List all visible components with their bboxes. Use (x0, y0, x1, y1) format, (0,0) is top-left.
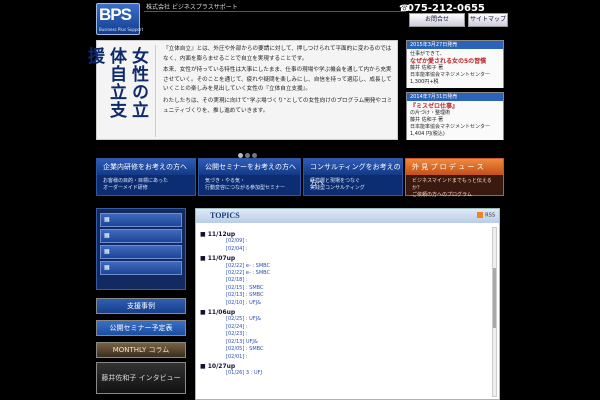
nav-public-seminar[interactable]: 公開セミナーをお考えの方へ 気づき・やる気・ 行動変容につながる参加型セミナー (198, 158, 301, 196)
nav-subtitle: ビジネスマインドまでもっと伝えるか？ ご依頼の方へのプログラム (406, 175, 503, 202)
topic-item[interactable]: [01/26] 3 : UFJ (200, 370, 490, 377)
topic-item[interactable]: [02/10] : UFJ& (200, 300, 490, 307)
nav-title: 企業内研修をお考えの方へ (97, 159, 195, 175)
nav-subtitle: お客様の目的・目標にあった オーダーメイド研修 (97, 175, 195, 195)
nav-sub-line: 行動変容につながる参加型セミナー (205, 185, 286, 191)
topic-item[interactable]: [02/09] : (200, 238, 490, 245)
ad-body: 仕事ができて、 なぜか愛される女の5の習慣 藤井 佐和子 著 日本能率協会マネジ… (407, 49, 503, 88)
company-logo[interactable]: BPS Business Plus Support (96, 3, 144, 35)
topic-item[interactable]: [02/23] : (200, 331, 490, 338)
ad-line: 日本能率協会マネジメントセンター (410, 124, 491, 130)
rss-icon (477, 212, 484, 218)
company-name: 株式会社 ビジネスプラスサポート (146, 4, 238, 11)
grid-icon: ▦ (104, 216, 110, 223)
ad-price: 1,300円+税 (410, 79, 439, 85)
topic-item[interactable]: [02/15] : SMBC (200, 285, 490, 292)
hero-divider (155, 45, 156, 137)
topic-item[interactable]: [02/04] : (200, 246, 490, 253)
sidebar-item[interactable]: ▦ (100, 229, 182, 243)
seminar-schedule-button[interactable]: 公開セミナー予定表 (96, 320, 186, 336)
topic-item[interactable]: [02/18] : (200, 277, 490, 284)
ad-price: 1,404 円(税込) (410, 131, 445, 137)
rss-link[interactable]: RSS (477, 212, 495, 219)
topic-date: ■ 11/07up (200, 255, 236, 263)
topics-panel: TOPICS RSS ■ 11/12up [02/09] : [02/04] : ■ … (195, 208, 500, 400)
topic-item[interactable]: [02/13] UFJ& (200, 339, 490, 346)
topic-item[interactable]: [02/13] : SMBC (200, 292, 490, 299)
topic-item[interactable]: [02/25] : UFJ& (200, 316, 490, 323)
grid-icon: ▦ (104, 232, 110, 239)
sitemap-button[interactable]: サイトマップ (468, 13, 508, 27)
nav-subtitle: 気づき・やる気・ 行動変容につながる参加型セミナー (199, 175, 300, 195)
nav-title: 公開セミナーをお考えの方へ (199, 159, 300, 175)
hero-paragraph: 『立体自立』とは、外圧や外部からの要請に対して、押しつけられて平面的に変わるので… (163, 46, 392, 62)
topic-item[interactable]: [02/24] : (200, 324, 490, 331)
book-ad-2[interactable]: 2014年7月31日発売 『ミスゼロ仕事』 の片づけ・整理術 藤井 佐和子 著 … (406, 92, 504, 140)
ad-line: 藤井 佐和子 著 (410, 65, 444, 71)
logo-text: BPS (99, 5, 132, 24)
hero-banner[interactable]: 女性の立体自立支援 『立体自立』とは、外圧や外部からの要請に対して、押しつけられ… (84, 40, 398, 140)
ad-line: 日本能率協会マネジメントセンター (410, 72, 491, 78)
topic-item[interactable]: [02/22] e- : SMBC (200, 270, 490, 277)
nav-sub-line: オーダーメイド研修 (103, 185, 148, 191)
hero-vertical-title: 女性の立体自立支援 (84, 47, 148, 119)
nav-sub-line: お客様の目的・目標にあった (103, 178, 169, 184)
topic-item[interactable]: [02/05] : SMBC (200, 346, 490, 353)
topics-title: TOPICS (196, 209, 499, 223)
sidebar-item[interactable]: ▦ (100, 213, 182, 227)
hero-paragraph: わたしたちは、その実現に向けて“学ぶ場づくり”としての女性向けのプログラム開発や… (163, 97, 393, 114)
ad-line: 藤井 佐和子 著 (410, 117, 444, 123)
header-divider (144, 11, 406, 12)
sidebar-menu: ▦ ▦ ▦ ▦ (96, 208, 186, 290)
nav-consulting[interactable]: コンサルティングをお考えの方へ 経営層と現場をつなぐ 実践型コンサルティング (303, 158, 403, 196)
nav-corporate-training[interactable]: 企業内研修をお考えの方へ お客様の目的・目標にあった オーダーメイド研修 (96, 158, 196, 196)
rss-label: RSS (485, 212, 495, 219)
grid-icon: ▦ (104, 248, 110, 255)
scroll-thumb[interactable] (493, 268, 496, 328)
topic-item[interactable]: [02/01] : (200, 354, 490, 361)
nav-sub-line: ご依頼の方へのプログラム (412, 192, 472, 198)
topic-date: ■ 10/27up (200, 362, 236, 370)
logo-subtext: Business Plus Support (99, 27, 144, 32)
topic-date: ■ 11/12up (200, 231, 236, 238)
case-studies-button[interactable]: 支援事例 (96, 298, 186, 314)
nav-appearance-produce[interactable]: 外 見 プ ロ デ ュ ー ス ビジネスマインドまでもっと伝えるか？ ご依頼の方へ… (405, 158, 504, 198)
book-ad-1[interactable]: 2015年3月27日発売 仕事ができて、 なぜか愛される女の5の習慣 藤井 佐和… (406, 40, 504, 88)
slider-dots (238, 143, 268, 158)
nav-title: 外 見 プ ロ デ ュ ー ス (406, 159, 503, 175)
ad-headline: 『ミスゼロ仕事』 (410, 103, 459, 110)
hero-paragraph: 本来、女性が持っている特性は大事にしたまま、仕事の現場や学ぶ機会を通して内から充… (163, 67, 392, 93)
ad-headline: なぜか愛される女の5の習慣 (410, 58, 487, 65)
monthly-column-button[interactable]: MONTHLY コラム (96, 342, 186, 358)
ad-date: 2014年7月31日発売 (407, 93, 503, 101)
grid-icon: ▦ (104, 264, 110, 271)
ad-body: 『ミスゼロ仕事』 の片づけ・整理術 藤井 佐和子 著 日本能率協会マネジメントセ… (407, 101, 503, 140)
nav-sub-line: 気づき・やる気・ (205, 178, 246, 184)
nav-sub-line: 実践型コンサルティング (310, 185, 365, 191)
interview-button[interactable]: 藤井佐和子 インタビュー (96, 362, 186, 394)
ad-line: の片づけ・整理術 (410, 110, 451, 116)
nav-title: コンサルティングをお考えの方へ (304, 159, 402, 187)
sidebar-item[interactable]: ▦ (100, 261, 182, 275)
nav-sub-line: ビジネスマインドまでもっと伝えるか？ (412, 178, 492, 191)
topic-item[interactable]: [02/22] e- : SMBC (200, 263, 490, 270)
sidebar-item[interactable]: ▦ (100, 245, 182, 259)
scrollbar[interactable] (492, 227, 497, 397)
topic-date: ■ 11/06up (200, 309, 236, 317)
page: BPS Business Plus Support 株式会社 ビジネスプラスサポ… (0, 0, 600, 400)
ad-date: 2015年3月27日発売 (407, 41, 503, 49)
nav-sub-line: 経営層と現場をつなぐ (310, 178, 361, 184)
topics-list: ■ 11/12up [02/09] : [02/04] : ■ 11/07up [02/… (200, 229, 490, 378)
hero-text: 『立体自立』とは、外圧や外部からの要請に対して、押しつけられて平面的に変わるので… (163, 45, 395, 118)
contact-button[interactable]: お問合せ (409, 13, 465, 27)
ad-line: 仕事ができて、 (410, 51, 445, 57)
nav-subtitle: 経営層と現場をつなぐ 実践型コンサルティング (304, 175, 402, 195)
